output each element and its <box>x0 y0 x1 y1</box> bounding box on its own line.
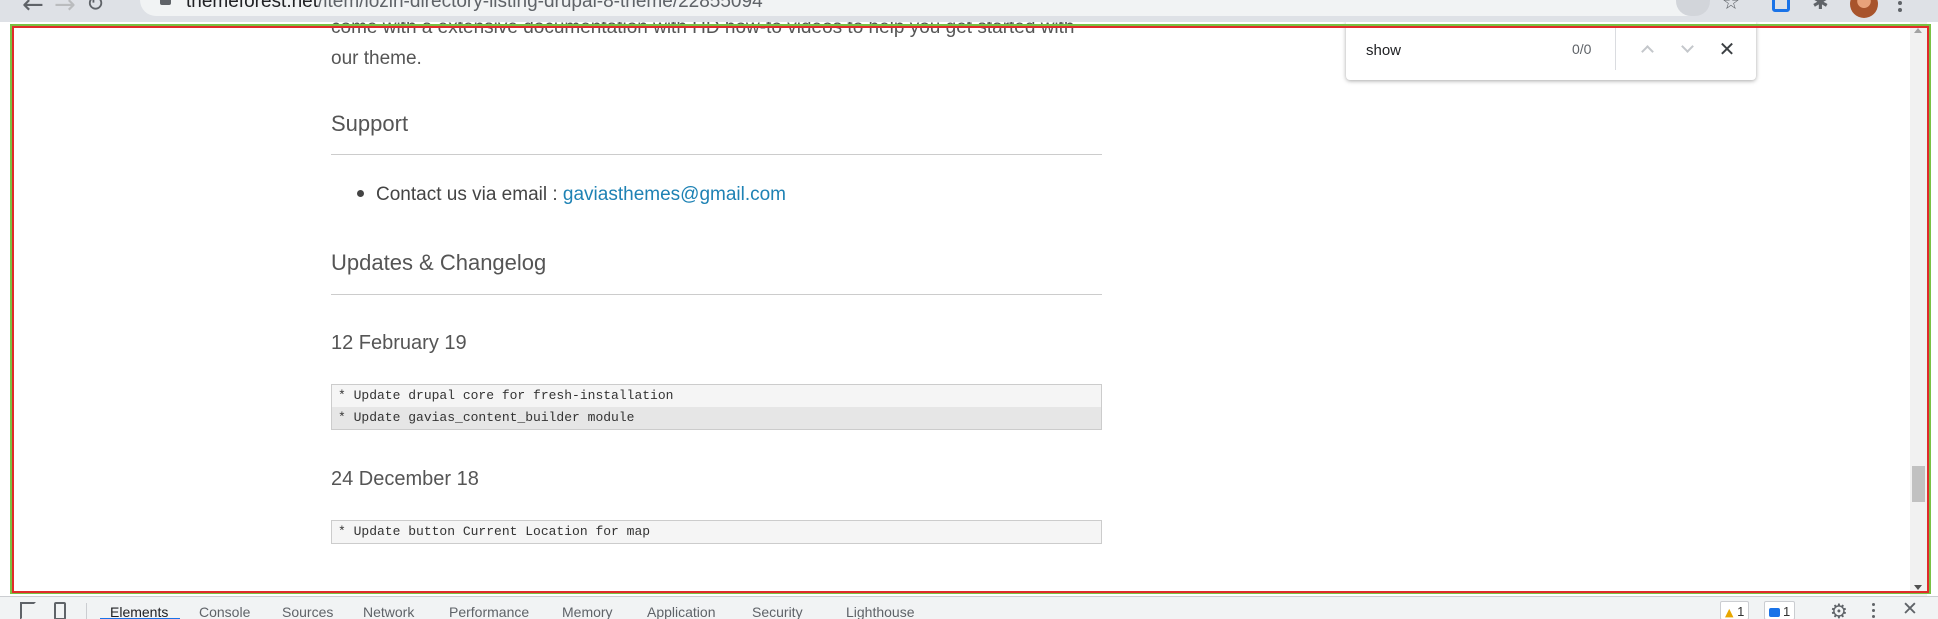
contact-label: Contact us via email : <box>376 184 563 205</box>
find-next-button[interactable] <box>1674 36 1700 62</box>
message-icon <box>1769 608 1780 618</box>
code-line: * Update button Current Location for map <box>338 524 651 539</box>
divider <box>331 154 1102 155</box>
chevron-up-icon <box>1640 45 1654 58</box>
devtools-menu-icon[interactable] <box>1872 603 1875 619</box>
device-toolbar-icon[interactable] <box>54 602 66 619</box>
tab-memory[interactable]: Memory <box>562 604 613 619</box>
extension-badge-icon[interactable] <box>1772 0 1790 12</box>
gear-icon[interactable]: ⚙ <box>1830 599 1848 619</box>
reload-icon[interactable]: ↻ <box>86 0 104 20</box>
scroll-up-arrow-icon[interactable] <box>1914 28 1922 33</box>
warning-icon: ▲ <box>1725 606 1734 619</box>
changelog-version-date: 12 February 19 <box>331 332 467 354</box>
browser-menu-icon[interactable] <box>1898 0 1902 14</box>
divider <box>1615 28 1616 70</box>
tab-elements[interactable]: Elements <box>110 604 168 619</box>
tab-security[interactable]: Security <box>752 604 803 619</box>
divider <box>331 294 1102 295</box>
lock-icon[interactable] <box>160 0 171 5</box>
tab-console[interactable]: Console <box>199 604 250 619</box>
find-match-count: 0/0 <box>1572 41 1592 57</box>
tab-performance[interactable]: Performance <box>449 604 529 619</box>
changelog-code-block: * Update drupal core for fresh-installat… <box>331 384 1102 430</box>
warnings-badge[interactable]: ▲ 1 <box>1720 601 1750 619</box>
star-icon[interactable]: ☆ <box>1722 0 1740 13</box>
chevron-down-icon <box>1680 40 1694 53</box>
tab-network[interactable]: Network <box>363 604 414 619</box>
back-arrow-icon[interactable]: ← <box>22 0 44 20</box>
inspect-element-icon[interactable] <box>20 602 36 619</box>
url-domain: themeforest.net <box>186 0 319 12</box>
forward-arrow-icon[interactable]: → <box>54 0 76 20</box>
support-list: Contact us via email : gaviasthemes@gmai… <box>357 184 786 206</box>
browser-toolbar: ← → ↻ themeforest.net/item/lozin-directo… <box>0 0 1938 22</box>
code-line: * Update drupal core for fresh-installat… <box>338 388 674 403</box>
profile-avatar[interactable] <box>1850 0 1878 18</box>
code-line: * Update gavias_content_builder module <box>332 407 1101 429</box>
scrollbar-thumb[interactable] <box>1912 466 1925 502</box>
messages-badge[interactable]: 1 <box>1764 601 1796 619</box>
list-item: Contact us via email : gaviasthemes@gmai… <box>357 184 786 206</box>
support-email-link[interactable]: gaviasthemes@gmail.com <box>563 184 786 205</box>
devtools-toolbar: Elements Console Sources Network Perform… <box>0 596 1938 619</box>
url-text[interactable]: themeforest.net/item/lozin-directory-lis… <box>186 0 763 13</box>
tab-sources[interactable]: Sources <box>282 604 333 619</box>
page-viewport: come with a extensive documentation with… <box>0 22 1938 596</box>
changelog-code-block: * Update button Current Location for map <box>331 520 1102 544</box>
vertical-scrollbar[interactable] <box>1910 22 1927 596</box>
close-devtools-icon[interactable]: ✕ <box>1902 598 1918 619</box>
find-in-page-bar: 0/0 ✕ <box>1346 22 1756 80</box>
tab-lighthouse[interactable]: Lighthouse <box>846 604 915 619</box>
warnings-count: 1 <box>1737 604 1745 619</box>
tab-application[interactable]: Application <box>647 604 716 619</box>
changelog-heading: Updates & Changelog <box>331 250 547 275</box>
url-path: /item/lozin-directory-listing-drupal-8-t… <box>318 0 763 12</box>
puzzle-icon[interactable]: ✱ <box>1812 0 1829 13</box>
divider <box>86 603 87 619</box>
intro-paragraph: come with a extensive documentation with… <box>331 22 1075 69</box>
close-icon[interactable]: ✕ <box>1714 36 1740 62</box>
scroll-down-arrow-icon[interactable] <box>1914 585 1922 590</box>
support-heading: Support <box>331 111 409 136</box>
find-previous-button[interactable] <box>1634 36 1660 62</box>
find-input[interactable] <box>1366 38 1536 62</box>
messages-count: 1 <box>1783 604 1791 619</box>
changelog-version-date: 24 December 18 <box>331 468 479 490</box>
bullet-icon <box>357 189 364 197</box>
